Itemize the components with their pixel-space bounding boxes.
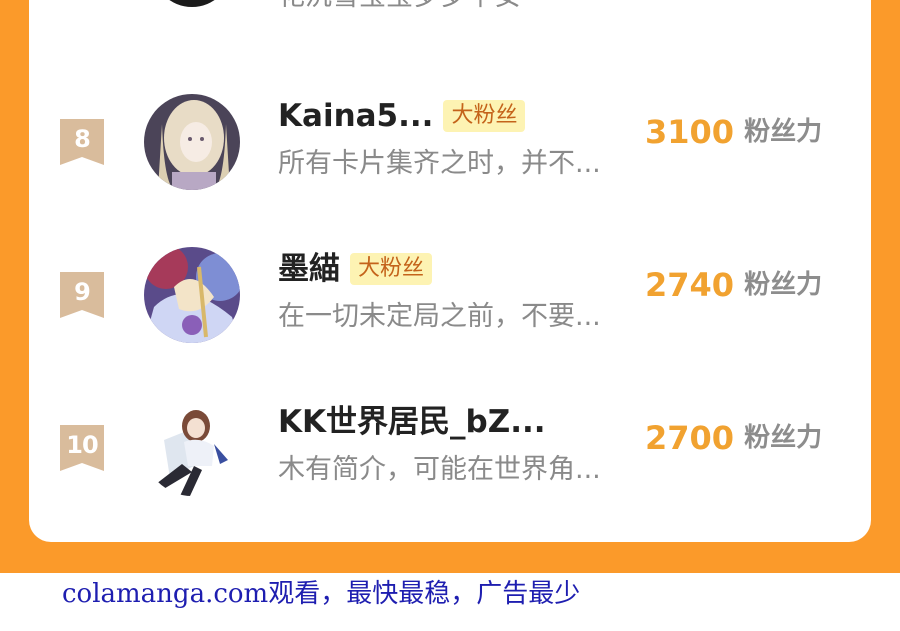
fan-level-badge: 大粉丝 xyxy=(443,100,526,132)
username[interactable]: Kaina5... xyxy=(278,96,433,136)
fan-power: 3100 粉丝力 xyxy=(645,112,822,152)
user-intro: 在一切未定局之前，不要... xyxy=(278,301,601,332)
user-avatar[interactable] xyxy=(144,94,240,190)
username[interactable]: KK世界居民_bZ... xyxy=(278,402,546,442)
name-line: Kaina5... 大粉丝 xyxy=(278,96,526,136)
fan-power-unit: 粉丝力 xyxy=(744,423,823,453)
fan-level-badge: 大粉丝 xyxy=(350,253,433,285)
ranking-row-10[interactable]: 10 KK世界居民_bZ... 木有简介，可能在世界角... 2700 粉丝力 xyxy=(29,390,871,500)
rank-number: 9 xyxy=(74,278,91,306)
rank-badge: 9 xyxy=(60,272,104,318)
fan-power-value: 3100 xyxy=(645,113,735,151)
user-intro: 木有简介，可能在世界角... xyxy=(278,454,601,485)
fan-power-value: 2740 xyxy=(645,266,735,304)
fan-power-unit: 粉丝力 xyxy=(744,270,823,300)
rank-badge: 10 xyxy=(60,425,104,471)
user-avatar[interactable] xyxy=(152,0,232,7)
fan-power: 2700 粉丝力 xyxy=(645,418,822,458)
user-avatar[interactable] xyxy=(144,400,240,496)
fan-power-value: 2700 xyxy=(645,419,735,457)
user-intro: 所有卡片集齐之时，并不... xyxy=(278,148,601,179)
ranking-row-9[interactable]: 9 墨緢 大粉丝 在一切未定局之前，不要... 2740 粉丝力 xyxy=(29,237,871,347)
username[interactable]: 墨緢 xyxy=(278,249,340,289)
fan-power: 2740 粉丝力 xyxy=(645,265,822,305)
site-watermark-text: colamanga.com观看，最快最稳，广告最少 xyxy=(62,579,581,609)
rank-number: 10 xyxy=(66,431,98,459)
ranking-row-7[interactable]: 花沉雪宝宝岁岁平安 xyxy=(29,0,871,27)
fan-power-unit: 粉丝力 xyxy=(744,117,823,147)
rank-badge: 8 xyxy=(60,119,104,165)
ranking-card: 花沉雪宝宝岁岁平安 8 Kaina5...大粉丝 所有卡片集齐之时，并 xyxy=(29,0,871,542)
name-line: KK世界居民_bZ... xyxy=(278,402,546,442)
name-line: 墨緢 大粉丝 xyxy=(278,249,433,289)
user-intro: 花沉雪宝宝岁岁平安 xyxy=(278,0,521,15)
rank-number: 8 xyxy=(74,125,91,153)
user-avatar[interactable] xyxy=(144,247,240,343)
ranking-row-8[interactable]: 8 Kaina5... 大粉丝 所有卡片集齐之时，并不... 3100 粉丝力 xyxy=(29,84,871,194)
